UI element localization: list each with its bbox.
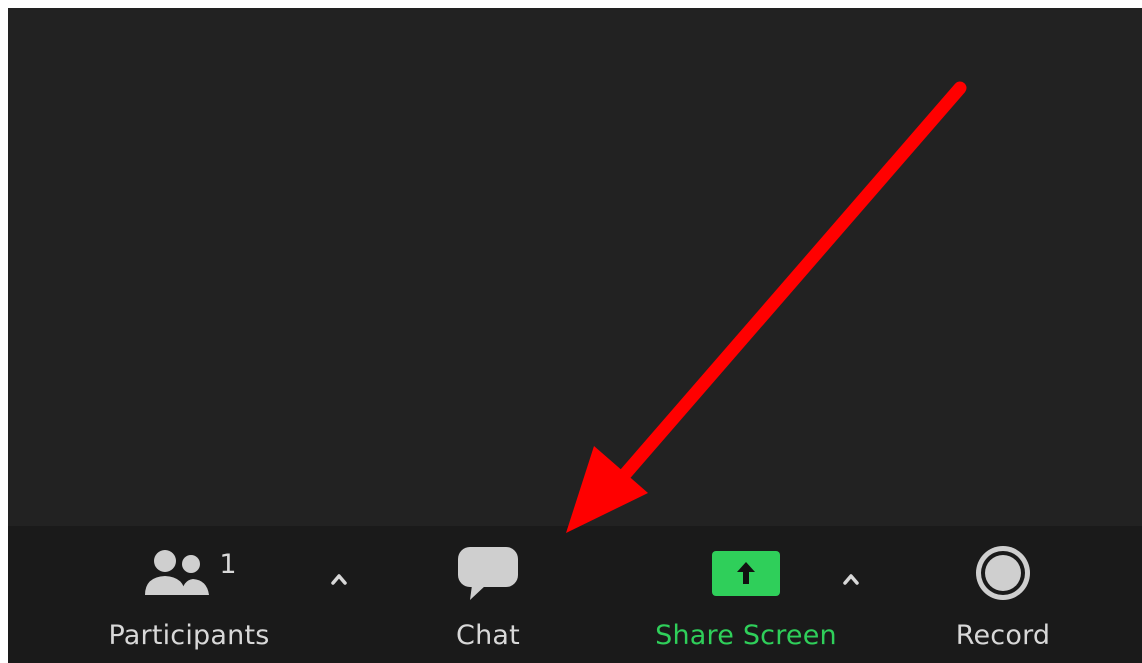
participants-button[interactable]: 1 Participants bbox=[94, 544, 284, 652]
participants-icon-group: 1 bbox=[141, 544, 237, 602]
chat-bubble-icon bbox=[458, 547, 518, 600]
share-screen-button[interactable]: Share Screen bbox=[636, 544, 856, 651]
record-button[interactable]: Record bbox=[938, 544, 1068, 651]
zoom-window: 1 Participants Chat Share Screen Record bbox=[8, 8, 1142, 663]
video-stage bbox=[8, 8, 1142, 526]
meeting-toolbar: 1 Participants Chat Share Screen Record bbox=[8, 526, 1142, 663]
chat-label: Chat bbox=[456, 620, 520, 651]
record-label: Record bbox=[955, 620, 1051, 651]
share-screen-caret-up-icon[interactable] bbox=[836, 564, 866, 594]
participants-label: Participants bbox=[108, 620, 270, 651]
record-icon bbox=[976, 546, 1030, 600]
participants-caret-up-icon[interactable] bbox=[324, 564, 354, 594]
participants-icon bbox=[145, 550, 210, 595]
share-screen-label: Share Screen bbox=[655, 620, 837, 651]
share-screen-icon bbox=[712, 551, 780, 596]
chat-button[interactable]: Chat bbox=[423, 544, 553, 651]
participants-count: 1 bbox=[219, 548, 237, 580]
